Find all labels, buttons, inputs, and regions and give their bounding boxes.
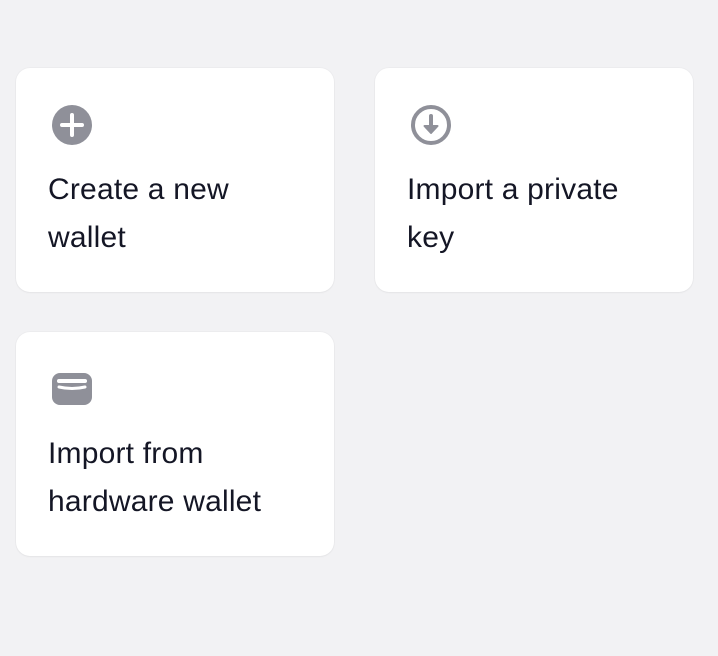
download-circle-icon — [411, 105, 451, 145]
hardware-wallet-icon — [52, 373, 92, 405]
import-private-key-label: Import a private key — [407, 173, 619, 254]
create-wallet-card[interactable]: Create a new wallet — [16, 68, 334, 292]
import-private-key-card[interactable]: Import a private key — [375, 68, 693, 292]
plus-circle-icon — [52, 105, 92, 145]
create-wallet-label: Create a new wallet — [48, 173, 229, 254]
import-hardware-wallet-card[interactable]: Import from hardware wallet — [16, 332, 334, 556]
import-hardware-wallet-label: Import from hardware wallet — [48, 437, 262, 518]
